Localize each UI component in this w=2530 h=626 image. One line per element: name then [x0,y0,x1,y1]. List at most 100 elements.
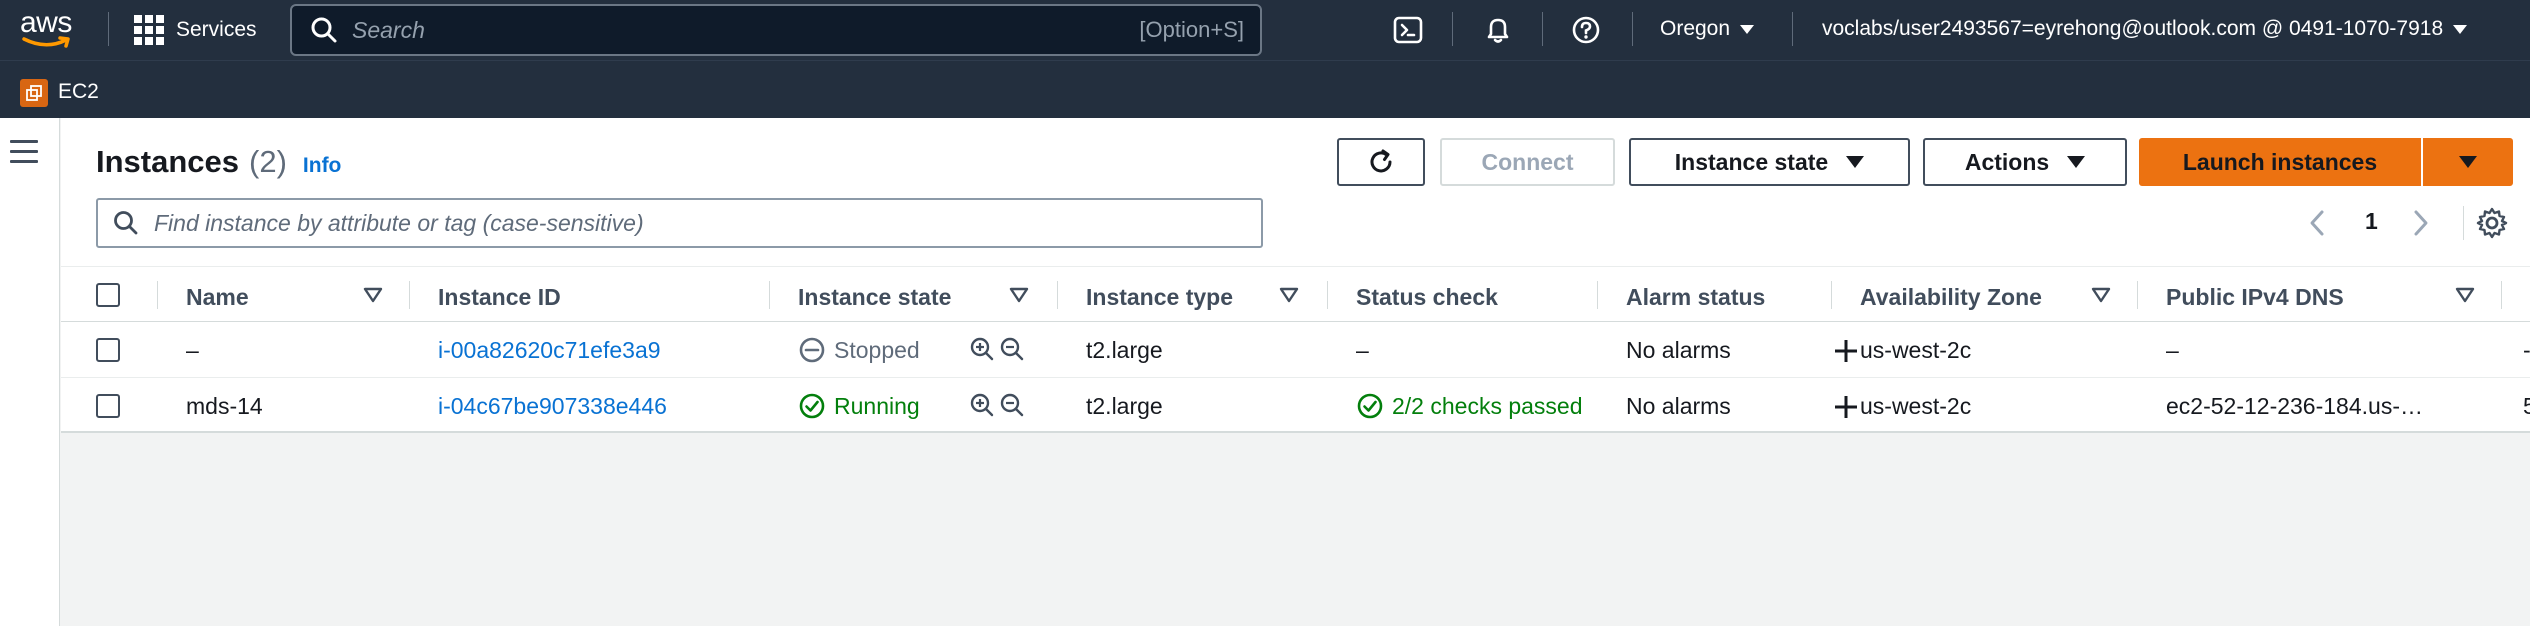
nav-divider [1452,12,1453,46]
help-icon[interactable] [1570,14,1602,46]
cell-status-check[interactable]: 2/2 checks passed [1392,393,1596,420]
column-divider [1057,281,1058,309]
add-alarm-icon[interactable] [1833,338,1859,364]
launch-options-dropdown[interactable] [2423,138,2513,186]
cell-instance-id-link[interactable]: i-04c67be907338e446 [438,393,667,420]
cell-overflow: 5 [2523,393,2530,419]
sort-icon[interactable] [1279,287,1299,303]
cell-name: – [186,337,199,363]
caret-down-icon [2453,24,2468,34]
cell-public-dns: – [2166,337,2179,363]
column-divider [2501,281,2502,309]
zoom-out-icon[interactable] [999,336,1025,362]
cell-name: mds-14 [186,393,263,419]
row-checkbox[interactable] [96,394,120,418]
column-divider [1597,281,1598,309]
region-selector[interactable]: Oregon [1660,17,1755,41]
connect-button[interactable]: Connect [1440,138,1615,186]
nav-divider [1542,12,1543,46]
ec2-service-icon[interactable] [20,79,48,107]
gear-icon[interactable] [2475,206,2509,240]
row-checkbox[interactable] [96,338,120,362]
stopped-icon [799,337,825,363]
service-bar: EC2 [0,60,2530,118]
add-alarm-icon[interactable] [1833,394,1859,420]
caret-down-icon [2459,156,2477,168]
cell-alarm-status: No alarms [1626,337,1731,363]
services-label: Services [176,18,257,41]
side-navigation-rail [0,118,60,626]
region-label: Oregon [1660,17,1731,40]
column-header-availability-zone[interactable]: Availability Zone [1860,284,2042,311]
caret-down-icon [1846,156,1865,168]
column-divider [409,281,410,309]
table-row[interactable]: – i-00a82620c71efe3a9 Stopped t2.large –… [61,322,2530,378]
chevron-left-icon[interactable] [2307,208,2327,238]
column-divider [2137,281,2138,309]
sort-icon[interactable] [2455,287,2475,303]
account-menu[interactable]: voclabs/user2493567=eyrehong@outlook.com… [1822,17,2468,41]
column-header-status-check[interactable]: Status check [1356,284,1498,311]
column-divider [157,281,158,309]
cloudshell-icon[interactable] [1392,14,1424,46]
table-row[interactable]: mds-14 i-04c67be907338e446 Running t2.la… [61,378,2530,434]
zoom-out-icon[interactable] [999,392,1025,418]
column-header-instance-type[interactable]: Instance type [1086,284,1233,311]
actions-dropdown[interactable]: Actions [1923,138,2127,186]
cell-overflow: - [2523,337,2530,363]
filter-placeholder: Find instance by attribute or tag (case-… [154,209,644,236]
nav-divider [1632,12,1633,46]
bell-icon[interactable] [1482,14,1514,46]
cell-availability-zone: us-west-2c [1860,337,1972,363]
sort-icon[interactable] [1009,287,1029,303]
column-header-name[interactable]: Name [186,284,249,311]
column-header-instance-state[interactable]: Instance state [798,284,951,311]
services-menu[interactable]: Services [134,15,257,45]
cell-availability-zone: us-west-2c [1860,393,1972,419]
cell-instance-id-link[interactable]: i-00a82620c71efe3a9 [438,337,661,364]
launch-instances-button[interactable]: Launch instances [2139,138,2421,186]
instance-filter-input[interactable]: Find instance by attribute or tag (case-… [96,198,1263,248]
refresh-button[interactable] [1337,138,1425,186]
column-divider [769,281,770,309]
page-header: Instances (2) Info [96,144,341,180]
search-shortcut: [Option+S] [1139,17,1244,42]
cell-public-dns: ec2-52-12-236-184.us-… [2166,393,2423,419]
info-link[interactable]: Info [303,154,341,178]
top-navigation: aws Services Search [Option+S] Oregon vo… [0,0,2530,60]
cell-instance-state: Stopped [834,337,920,363]
column-header-alarm-status[interactable]: Alarm status [1626,284,1765,311]
select-all-checkbox[interactable] [96,283,120,307]
page-number[interactable]: 1 [2365,208,2378,235]
column-divider [1327,281,1328,309]
service-link-ec2[interactable]: EC2 [58,80,99,104]
menu-icon[interactable] [10,140,38,170]
actions-label: Actions [1964,148,2050,175]
page-title: Instances [96,144,240,179]
grid-icon [134,15,164,45]
zoom-in-icon[interactable] [969,336,995,362]
column-header-public-ipv4-dns[interactable]: Public IPv4 DNS [2166,284,2344,311]
cell-alarm-status: No alarms [1626,393,1731,419]
search-icon [114,211,138,235]
search-placeholder: Search [352,16,425,43]
nav-divider [108,12,109,46]
sort-icon[interactable] [363,287,383,303]
sort-icon[interactable] [2091,287,2111,303]
search-icon [311,17,337,43]
pager-divider [2463,206,2464,240]
global-search-input[interactable]: Search [Option+S] [290,4,1262,56]
connect-label: Connect [1481,148,1574,175]
cell-instance-state: Running [834,393,920,419]
aws-logo-text: aws [20,6,72,39]
aws-logo[interactable]: aws [20,6,76,52]
chevron-right-icon[interactable] [2411,208,2431,238]
zoom-in-icon[interactable] [969,392,995,418]
launch-instances-label: Launch instances [2182,148,2378,175]
checks-passed-icon [1357,393,1383,419]
column-header-instance-id[interactable]: Instance ID [438,284,561,311]
caret-down-icon [2067,156,2086,168]
instance-state-dropdown[interactable]: Instance state [1629,138,1910,186]
table-header: Name Instance ID Instance state Instance… [61,266,2530,322]
instances-panel: Instances (2) Info Connect Instance stat… [61,118,2530,433]
